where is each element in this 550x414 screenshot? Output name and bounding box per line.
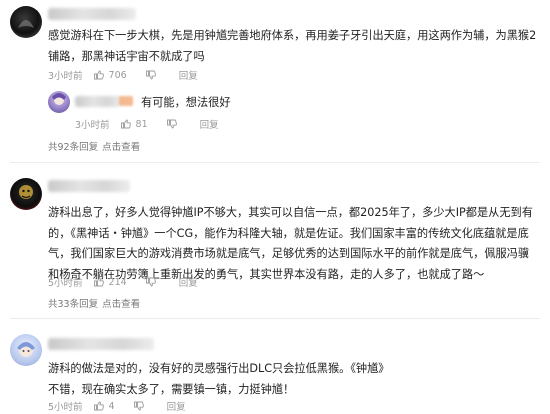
comment-text: 感觉游科在下一步大棋，先是用钟馗完善地府体系，再用姜子牙引出天庭，用这两作为辅，…: [48, 29, 537, 63]
avatar[interactable]: [10, 178, 42, 210]
comment-meta: 3小时前 706 回复: [48, 67, 198, 83]
username-blurred[interactable]: [48, 180, 130, 192]
more-replies-count: 共33条回复: [48, 299, 99, 310]
username-blurred[interactable]: [48, 338, 154, 350]
comment-2: 游科出息了，好多人觉得钟馗IP不够大，其实可以自信一点，都2025年了，多少大I…: [0, 170, 550, 310]
comment-time: 5小时前: [48, 402, 83, 413]
see-more-link[interactable]: 点击查看: [102, 142, 140, 153]
dislike-button[interactable]: [145, 69, 161, 81]
reply-meta: 3小时前 81 回复: [75, 116, 219, 132]
user-badge: [119, 96, 133, 106]
thumbs-down-icon: [166, 119, 177, 129]
like-count: 706: [108, 69, 127, 81]
avatar[interactable]: [10, 6, 42, 38]
divider: [10, 318, 540, 319]
comment-3: 游科的做法是对的，没有好的灵感强行出DLC只会拉低黑猴。《钟馗》不错，现在确实太…: [0, 326, 550, 414]
thumbs-down-icon: [133, 401, 144, 411]
like-button[interactable]: 81: [120, 118, 148, 130]
comment-1: 感觉游科在下一步大棋，先是用钟馗完善地府体系，再用姜子牙引出天庭，用这两作为辅，…: [0, 0, 550, 153]
see-more-link[interactable]: 点击查看: [102, 299, 140, 310]
dislike-button[interactable]: [145, 276, 161, 288]
comment-text: 游科的做法是对的，没有好的灵感强行出DLC只会拉低黑猴。《钟馗》不错，现在确实太…: [48, 362, 384, 396]
more-replies-count: 共92条回复: [48, 142, 99, 153]
comment-meta: 5小时前 214 回复: [48, 274, 198, 290]
divider: [10, 162, 540, 163]
dislike-button[interactable]: [133, 400, 149, 412]
reply-button[interactable]: 回复: [167, 399, 186, 413]
reply-button[interactable]: 回复: [179, 68, 198, 82]
username-blurred[interactable]: [75, 96, 121, 107]
comment-time: 3小时前: [48, 71, 83, 82]
dislike-button[interactable]: [166, 118, 182, 130]
comment-time: 5小时前: [48, 278, 83, 289]
like-button[interactable]: 706: [93, 69, 127, 81]
comment-meta: 5小时前 4 回复: [48, 398, 186, 414]
avatar[interactable]: [10, 334, 42, 366]
thumbs-down-icon: [145, 277, 156, 287]
thumbs-up-icon: [93, 277, 104, 287]
thumbs-up-icon: [120, 119, 131, 129]
like-button[interactable]: 214: [93, 276, 127, 288]
thumbs-down-icon: [145, 70, 156, 80]
username-blurred[interactable]: [48, 8, 136, 20]
like-count: 4: [108, 400, 115, 412]
like-count: 214: [108, 276, 127, 288]
like-button[interactable]: 4: [93, 400, 115, 412]
reply-text: 有可能，想法很好: [141, 96, 231, 109]
reply-button[interactable]: 回复: [200, 117, 219, 131]
more-replies: 共92条回复 点击查看: [48, 139, 140, 153]
reply-time: 3小时前: [75, 120, 110, 131]
thumbs-up-icon: [93, 401, 104, 411]
comment-text: 游科出息了，好多人觉得钟馗IP不够大，其实可以自信一点，都2025年了，多少大I…: [48, 206, 533, 281]
avatar[interactable]: [48, 91, 70, 113]
more-replies: 共33条回复 点击查看: [48, 296, 140, 310]
reply-button[interactable]: 回复: [179, 275, 198, 289]
like-count: 81: [135, 118, 148, 130]
thumbs-up-icon: [93, 70, 104, 80]
